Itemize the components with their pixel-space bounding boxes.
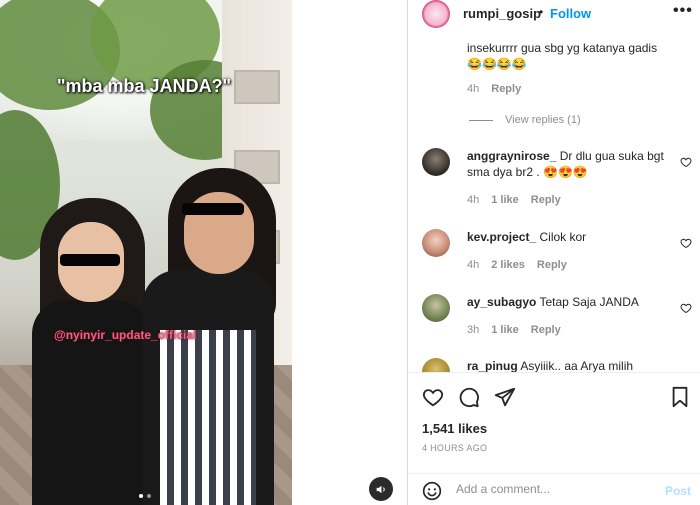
post-timestamp[interactable]: 4 HOURS AGO: [422, 443, 487, 453]
comments-list: insekurrrr gua sbg yg katanya gadis 😂😂😂😂…: [408, 34, 700, 372]
carousel-dots: [139, 494, 151, 498]
comment-icon[interactable]: [458, 386, 480, 408]
commenter-avatar[interactable]: [422, 294, 450, 322]
comment-likes[interactable]: 1 like: [491, 194, 519, 206]
like-comment-heart-icon[interactable]: [680, 302, 692, 314]
reply-button[interactable]: Reply: [537, 259, 567, 271]
sunglasses: [182, 203, 244, 215]
add-comment-input[interactable]: [456, 482, 651, 496]
emoji-icon[interactable]: [422, 481, 442, 501]
video-watermark: @nyinyir_update_official: [54, 328, 197, 342]
media-pane: "mba mba JANDA?" @nyinyir_update_officia…: [0, 0, 407, 505]
comment-time[interactable]: 3h: [467, 324, 479, 336]
commenter-username[interactable]: ay_subagyo: [467, 295, 536, 309]
like-comment-heart-icon[interactable]: [680, 237, 692, 249]
like-count[interactable]: 1,541 likes: [422, 421, 487, 436]
comment-meta: 4h 1 like Reply: [467, 194, 561, 206]
building-window: [234, 70, 280, 104]
commenter-avatar[interactable]: [422, 148, 450, 176]
comment-item: insekurrrr gua sbg yg katanya gadis 😂😂😂😂…: [422, 40, 692, 100]
person-right-dress: [160, 330, 256, 505]
commenter-username[interactable]: ra_pinug: [467, 359, 518, 372]
reply-button[interactable]: Reply: [531, 194, 561, 206]
sunglasses: [60, 254, 120, 266]
comment-text: kev.project_ Cilok kor: [467, 230, 587, 244]
comment-meta: 3h 1 like Reply: [467, 324, 561, 336]
comment-time[interactable]: 4h: [467, 259, 479, 271]
view-replies-button[interactable]: View replies (1): [469, 114, 581, 126]
more-options-button[interactable]: •••: [673, 2, 693, 20]
share-icon[interactable]: [494, 386, 516, 408]
comment-time[interactable]: 4h: [467, 83, 479, 95]
comment-item: ra_pinug Asyiiik.. aa Arya milih: [422, 358, 692, 372]
commenter-avatar[interactable]: [422, 358, 450, 372]
comment-text: insekurrrr gua sbg yg katanya gadis 😂😂😂😂: [467, 41, 658, 71]
carousel-dot[interactable]: [147, 494, 151, 498]
reply-button[interactable]: Reply: [491, 83, 521, 95]
comment-time[interactable]: 4h: [467, 194, 479, 206]
carousel-dot[interactable]: [139, 494, 143, 498]
comment-meta: 4h 2 likes Reply: [467, 259, 567, 271]
post-comment-button[interactable]: Post: [665, 484, 691, 498]
like-comment-heart-icon[interactable]: [680, 156, 692, 168]
comment-text: ra_pinug Asyiiik.. aa Arya milih: [467, 359, 634, 372]
comment-meta: 4h Reply: [467, 83, 521, 95]
author-avatar[interactable]: [422, 0, 450, 28]
commenter-username[interactable]: kev.project_: [467, 230, 536, 244]
reply-button[interactable]: Reply: [531, 324, 561, 336]
comment-item: kev.project_ Cilok kor 4h 2 likes Reply: [422, 229, 692, 279]
comment-text: ay_subagyo Tetap Saja JANDA: [467, 295, 639, 309]
post-side-panel: rumpi_gosip • Follow ••• insekurrrr gua …: [407, 0, 700, 505]
commenter-avatar[interactable]: [422, 229, 450, 257]
speaker-icon: [376, 485, 385, 493]
replies-divider: [469, 119, 493, 121]
add-comment-bar: Post: [408, 473, 700, 505]
post-header: rumpi_gosip • Follow •••: [408, 0, 700, 28]
comment-likes[interactable]: 1 like: [491, 324, 519, 336]
like-heart-icon[interactable]: [422, 386, 444, 408]
follow-button[interactable]: Follow: [550, 6, 591, 21]
view-replies-label: View replies (1): [505, 114, 581, 126]
comment-item: anggraynirose_ Dr dlu gua suka bgt sma d…: [422, 148, 692, 208]
author-username[interactable]: rumpi_gosip: [463, 6, 541, 21]
mute-toggle-button[interactable]: [369, 477, 393, 501]
comment-text: anggraynirose_ Dr dlu gua suka bgt sma d…: [467, 149, 664, 179]
video-caption-overlay: "mba mba JANDA?": [57, 76, 232, 96]
post-actions-section: 1,541 likes 4 HOURS AGO Post: [408, 372, 700, 505]
header-separator: •: [539, 5, 544, 19]
comment-item: ay_subagyo Tetap Saja JANDA 3h 1 like Re…: [422, 294, 692, 344]
commenter-username[interactable]: anggraynirose_: [467, 149, 556, 163]
reel-video[interactable]: "mba mba JANDA?" @nyinyir_update_officia…: [0, 0, 292, 505]
bookmark-icon[interactable]: [670, 386, 690, 408]
comment-likes[interactable]: 2 likes: [491, 259, 525, 271]
